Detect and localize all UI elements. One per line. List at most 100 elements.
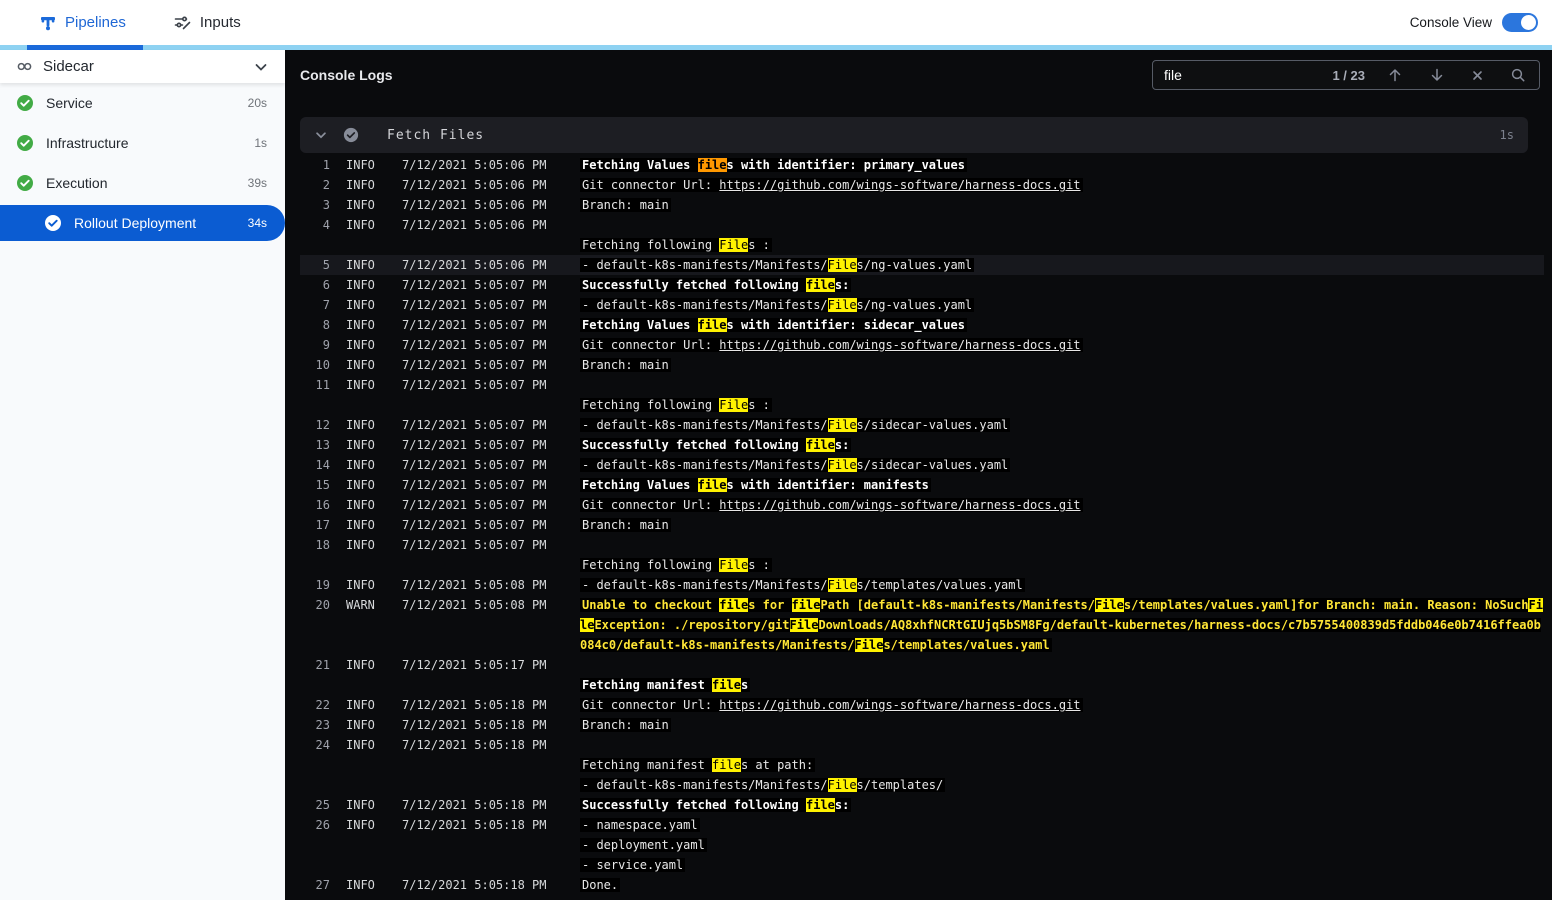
log-row[interactable]: 7 INFO 7/12/2021 5:05:07 PM - default-k8s-m…: [300, 295, 1544, 315]
toggle-knob: [1521, 15, 1536, 30]
log-timestamp: 7/12/2021 5:05:07 PM: [402, 418, 547, 432]
log-row[interactable]: - service.yaml: [300, 855, 1544, 875]
log-link[interactable]: https://github.com/wings-software/harnes…: [719, 698, 1080, 712]
log-row[interactable]: 12 INFO 7/12/2021 5:05:07 PM - default-k8s-…: [300, 415, 1544, 435]
success-check-icon: [16, 174, 34, 192]
chevron-down-icon[interactable]: [253, 59, 269, 75]
log-message: - default-k8s-manifests/Manifests/Files/…: [580, 458, 1011, 472]
log-level: INFO: [346, 258, 375, 272]
search-input[interactable]: [1153, 67, 1333, 83]
sidebar-item-rollout-deployment[interactable]: Rollout Deployment 34s: [0, 205, 285, 241]
log-level: INFO: [346, 518, 375, 532]
log-line-number: 21: [315, 658, 330, 672]
log-level: INFO: [346, 198, 375, 212]
log-level: INFO: [346, 878, 375, 892]
tab-pipelines[interactable]: Pipelines: [40, 0, 126, 45]
log-row[interactable]: 10 INFO 7/12/2021 5:05:07 PM Branch: main: [300, 355, 1544, 375]
tab-inputs-label: Inputs: [199, 14, 241, 31]
sidebar-item-infrastructure[interactable]: Infrastructure 1s: [0, 123, 285, 163]
search-match: file: [805, 278, 835, 292]
log-timestamp: 7/12/2021 5:05:07 PM: [402, 318, 547, 332]
search-match: File: [827, 578, 857, 592]
log-row[interactable]: - default-k8s-manifests/Manifests/Files/…: [300, 775, 1544, 795]
log-row[interactable]: 21 INFO 7/12/2021 5:05:17 PM: [300, 655, 1544, 675]
log-row[interactable]: - deployment.yaml: [300, 835, 1544, 855]
log-message: Git connector Url: https://github.com/wi…: [580, 338, 1083, 352]
log-row[interactable]: 11 INFO 7/12/2021 5:05:07 PM: [300, 375, 1544, 395]
search-match: File: [719, 558, 749, 572]
log-level: INFO: [346, 338, 375, 352]
log-row[interactable]: 9 INFO 7/12/2021 5:05:07 PM Git connector U…: [300, 335, 1544, 355]
log-row[interactable]: 1 INFO 7/12/2021 5:05:06 PM Fetching Values…: [300, 155, 1544, 175]
console-view-toggle[interactable]: [1502, 13, 1538, 32]
log-timestamp: 7/12/2021 5:05:07 PM: [402, 298, 547, 312]
log-row[interactable]: 6 INFO 7/12/2021 5:05:07 PM Successfully fe…: [300, 275, 1544, 295]
log-row[interactable]: 20 WARN 7/12/2021 5:05:08 PM Unable to chec…: [300, 595, 1544, 655]
log-row[interactable]: 5 INFO 7/12/2021 5:05:06 PM - default-k8s-m…: [300, 255, 1544, 275]
sidebar-item-execution[interactable]: Execution 39s: [0, 163, 285, 203]
log-row[interactable]: 14 INFO 7/12/2021 5:05:07 PM - default-k8s-…: [300, 455, 1544, 475]
pipelines-icon: [40, 15, 56, 31]
search-icon[interactable]: [1510, 67, 1526, 83]
next-match-icon[interactable]: [1429, 67, 1445, 83]
log-row[interactable]: Fetching manifest files: [300, 675, 1544, 695]
log-message: - deployment.yaml: [580, 838, 707, 852]
log-row[interactable]: 25 INFO 7/12/2021 5:05:18 PM Successfully f…: [300, 795, 1544, 815]
chevron-down-icon[interactable]: [314, 128, 328, 142]
log-row[interactable]: 17 INFO 7/12/2021 5:05:07 PM Branch: main: [300, 515, 1544, 535]
log-link[interactable]: https://github.com/wings-software/harnes…: [719, 338, 1080, 352]
search-match: File: [827, 298, 857, 312]
log-row[interactable]: 8 INFO 7/12/2021 5:05:07 PM Fetching Values…: [300, 315, 1544, 335]
log-level: INFO: [346, 318, 375, 332]
log-line-number: 22: [315, 698, 330, 712]
log-row[interactable]: 2 INFO 7/12/2021 5:05:06 PM Git connector U…: [300, 175, 1544, 195]
log-line-number: 20: [315, 598, 330, 612]
log-message: - service.yaml: [580, 858, 686, 872]
log-row[interactable]: 27 INFO 7/12/2021 5:05:18 PM Done.: [300, 875, 1544, 895]
log-line-number: 16: [315, 498, 330, 512]
log-row[interactable]: 13 INFO 7/12/2021 5:05:07 PM Successfully f…: [300, 435, 1544, 455]
log-row[interactable]: 3 INFO 7/12/2021 5:05:06 PM Branch: main: [300, 195, 1544, 215]
tab-inputs[interactable]: Inputs: [174, 0, 241, 45]
log-row[interactable]: Fetching following Files :: [300, 395, 1544, 415]
log-line-number: 19: [315, 578, 330, 592]
log-row[interactable]: Fetching following Files :: [300, 555, 1544, 575]
search-match: file: [791, 598, 821, 612]
log-row[interactable]: 19 INFO 7/12/2021 5:05:08 PM - default-k8s-…: [300, 575, 1544, 595]
log-timestamp: 7/12/2021 5:05:18 PM: [402, 718, 547, 732]
log-row[interactable]: 22 INFO 7/12/2021 5:05:18 PM Git connector …: [300, 695, 1544, 715]
log-timestamp: 7/12/2021 5:05:07 PM: [402, 458, 547, 472]
stage-header-sidecar[interactable]: Sidecar: [0, 50, 285, 83]
log-row[interactable]: 16 INFO 7/12/2021 5:05:07 PM Git connector …: [300, 495, 1544, 515]
log-timestamp: 7/12/2021 5:05:06 PM: [402, 218, 547, 232]
step-list: Service 20s Infrastructure 1s Execution …: [0, 83, 285, 241]
sidebar-item-service[interactable]: Service 20s: [0, 83, 285, 123]
log-message: Branch: main: [580, 358, 671, 372]
log-row[interactable]: 24 INFO 7/12/2021 5:05:18 PM: [300, 735, 1544, 755]
log-row[interactable]: Fetching manifest files at path:: [300, 755, 1544, 775]
log-row[interactable]: 18 INFO 7/12/2021 5:05:07 PM: [300, 535, 1544, 555]
log-link[interactable]: https://github.com/wings-software/harnes…: [719, 498, 1080, 512]
previous-match-icon[interactable]: [1387, 67, 1403, 83]
log-timestamp: 7/12/2021 5:05:17 PM: [402, 658, 547, 672]
log-level: INFO: [346, 478, 375, 492]
log-level: INFO: [346, 538, 375, 552]
log-message: Fetching Values files with identifier: p…: [580, 158, 967, 172]
step-duration: 39s: [247, 176, 267, 190]
log-section-header[interactable]: Fetch Files 1s: [300, 117, 1528, 153]
step-label: Execution: [46, 175, 108, 191]
log-message: Unable to checkout files for filePath [d…: [580, 598, 1543, 652]
log-link[interactable]: https://github.com/wings-software/harnes…: [719, 178, 1080, 192]
search-match: File: [827, 418, 857, 432]
log-timestamp: 7/12/2021 5:05:08 PM: [402, 578, 547, 592]
log-row[interactable]: 4 INFO 7/12/2021 5:05:06 PM: [300, 215, 1544, 235]
close-search-icon[interactable]: [1471, 69, 1484, 82]
log-line-number: 27: [315, 878, 330, 892]
step-label: Rollout Deployment: [74, 215, 197, 231]
log-row[interactable]: Fetching following Files :: [300, 235, 1544, 255]
log-row[interactable]: 26 INFO 7/12/2021 5:05:18 PM - namespace.ya…: [300, 815, 1544, 835]
log-timestamp: 7/12/2021 5:05:18 PM: [402, 878, 547, 892]
log-timestamp: 7/12/2021 5:05:06 PM: [402, 198, 547, 212]
log-row[interactable]: 15 INFO 7/12/2021 5:05:07 PM Fetching Value…: [300, 475, 1544, 495]
log-row[interactable]: 23 INFO 7/12/2021 5:05:18 PM Branch: main: [300, 715, 1544, 735]
